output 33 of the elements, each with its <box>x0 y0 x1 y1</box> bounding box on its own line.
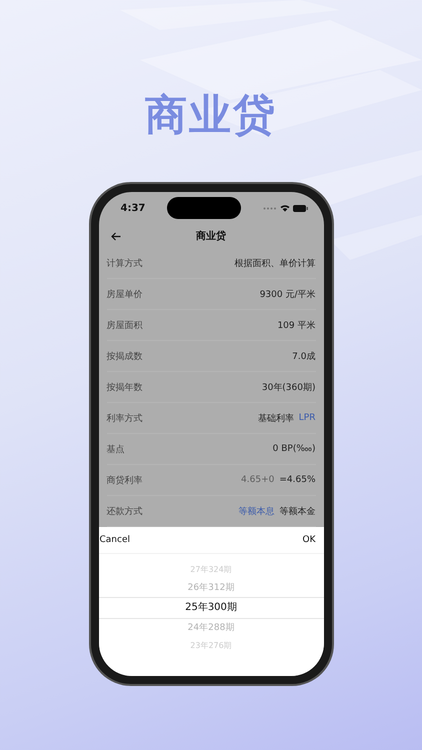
picker-item[interactable]: 24年288期 <box>188 619 234 637</box>
field-label: 按揭年数 <box>106 382 142 394</box>
field-label: 按揭成数 <box>106 350 142 362</box>
field-value: 4.65+0 <box>241 475 274 485</box>
picker-item[interactable]: 26年312期 <box>188 579 234 597</box>
field-label: 利率方式 <box>106 412 142 424</box>
back-arrow-icon[interactable] <box>110 232 120 241</box>
field-value: 0 BP(‱) <box>272 444 316 454</box>
field-label: 计算方式 <box>106 258 142 270</box>
option-link[interactable]: LPR <box>298 413 316 423</box>
option-link[interactable]: 等额本息 <box>238 504 274 518</box>
field-label: 商贷利率 <box>106 474 142 486</box>
status-time: 4:37 <box>120 202 146 214</box>
wifi-icon <box>280 204 290 212</box>
option-link[interactable]: 基础利率 <box>258 412 294 424</box>
field-value: 30年(360期) <box>262 382 316 394</box>
field-value: 9300 元/平米 <box>260 288 316 300</box>
ok-button[interactable]: OK <box>302 535 316 545</box>
field-value: 7.0成 <box>292 350 316 362</box>
field-label: 基点 <box>106 444 124 456</box>
signal-icon <box>262 206 276 210</box>
headline: 商业贷 <box>145 89 277 141</box>
picker-item[interactable]: 25年300期 <box>98 597 324 619</box>
battery-icon <box>292 204 308 212</box>
field-label: 房屋面积 <box>106 320 142 332</box>
field-label: 还款方式 <box>106 506 142 518</box>
field-label: 房屋单价 <box>106 288 142 300</box>
nav-title: 商业贷 <box>196 229 226 243</box>
field-value: 根据面积、单价计算 <box>234 258 316 270</box>
field-value: =4.65% <box>279 475 316 485</box>
option-link[interactable]: 等额本金 <box>280 504 316 518</box>
cancel-button[interactable]: Cancel <box>100 535 130 545</box>
field-value: 109 平米 <box>277 320 316 332</box>
